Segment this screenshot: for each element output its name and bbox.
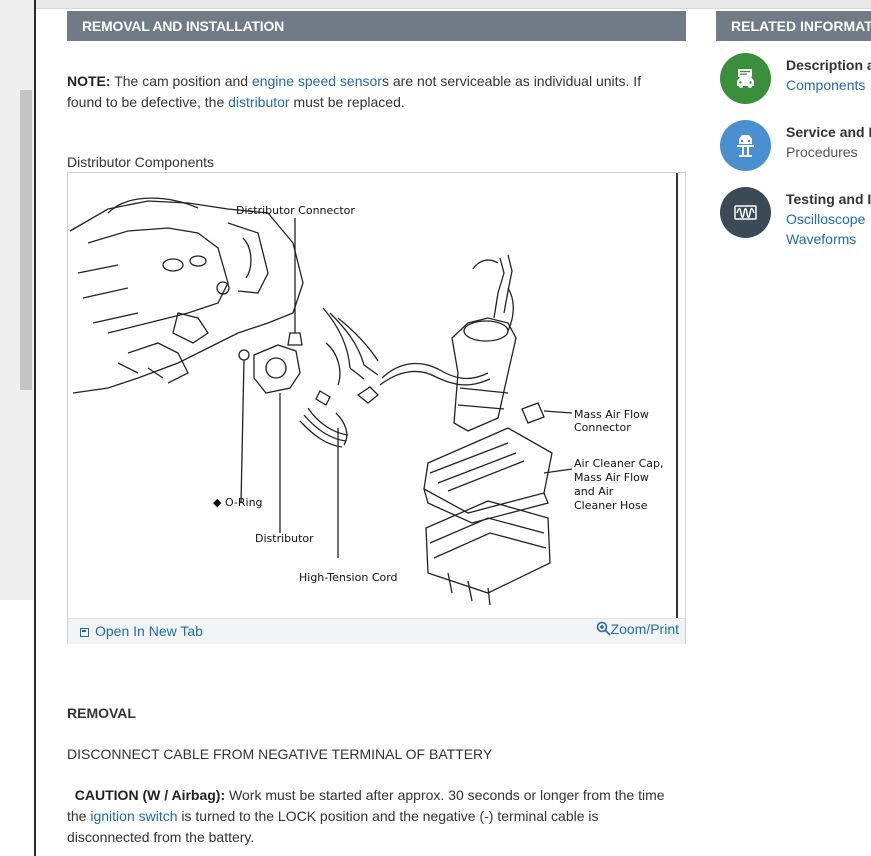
car-lift-icon <box>720 120 771 171</box>
label-air-cleaner-line4: Cleaner Hose <box>574 499 648 512</box>
related-item-description-text: Description ar Components <box>786 55 871 95</box>
note-text-3: must be replaced. <box>293 94 405 110</box>
label-air-cleaner-line1: Air Cleaner Cap, <box>574 457 664 470</box>
distributor-link[interactable]: distributor <box>228 94 289 110</box>
open-tab-icon <box>80 628 89 637</box>
label-maf-connector-line1: Mass Air Flow <box>574 408 649 421</box>
removal-heading: REMOVAL <box>67 705 136 721</box>
removal-step-1: DISCONNECT CABLE FROM NEGATIVE TERMINAL … <box>67 746 493 762</box>
related-item-description[interactable]: Description ar Components <box>720 53 871 113</box>
panel-divider <box>34 0 36 856</box>
caution-label: CAUTION (W / Airbag): <box>74 787 226 803</box>
car-info-icon <box>720 53 771 104</box>
label-air-cleaner-cap: Air Cleaner Cap, Mass Air Flow and Air C… <box>574 457 664 513</box>
related-item-title: Service and R <box>786 124 871 140</box>
caution-paragraph: CAUTION (W / Airbag): Work must be start… <box>67 785 677 848</box>
related-item-testing[interactable]: Testing and In Oscilloscope Waveforms <box>720 187 871 247</box>
related-item-service-text: Service and R Procedures <box>786 122 871 162</box>
note-text-1: The cam position and <box>114 73 249 89</box>
label-air-cleaner-line3: and Air <box>574 485 614 498</box>
ignition-switch-link[interactable]: ignition switch <box>90 808 177 824</box>
oscilloscope-link[interactable]: Oscilloscope <box>786 209 871 229</box>
figure-caption: Distributor Components <box>67 154 215 170</box>
waveform-icon <box>720 187 771 238</box>
figure-footer: Open In New Tab Zoom/Print <box>68 618 685 644</box>
label-maf-connector: Mass Air Flow Connector <box>574 408 649 434</box>
related-item-title: Description ar <box>786 57 871 73</box>
zoom-icon <box>596 621 611 636</box>
note-paragraph: NOTE: The cam position and engine speed … <box>67 71 677 113</box>
label-distributor-connector: Distributor Connector <box>236 204 355 217</box>
label-air-cleaner-line2: Mass Air Flow <box>574 471 649 484</box>
top-bar <box>0 0 871 9</box>
related-item-testing-text: Testing and In Oscilloscope Waveforms <box>786 189 871 249</box>
related-item-service[interactable]: Service and R Procedures <box>720 120 871 180</box>
related-information-header: RELATED INFORMATIO <box>716 11 871 41</box>
waveforms-link[interactable]: Waveforms <box>786 229 871 249</box>
label-maf-connector-line2: Connector <box>574 421 631 434</box>
label-o-ring: ◆ O-Ring <box>213 496 263 509</box>
open-in-new-tab-label: Open In New Tab <box>95 623 203 639</box>
label-distributor: Distributor <box>255 532 314 545</box>
left-panel <box>0 0 34 856</box>
note-label: NOTE: <box>67 73 111 89</box>
related-item-title: Testing and In <box>786 191 871 207</box>
zoom-print-button[interactable]: Zoom/Print <box>596 621 679 637</box>
open-in-new-tab-button[interactable]: Open In New Tab <box>80 623 203 639</box>
distributor-components-diagram <box>69 197 573 606</box>
procedures-label: Procedures <box>786 144 858 160</box>
label-high-tension-cord: High-Tension Cord <box>299 571 398 584</box>
figure-edge <box>676 173 678 618</box>
components-link[interactable]: Components <box>786 75 871 95</box>
figure-container: Distributor Connector ◆ O-Ring Distribut… <box>67 172 686 644</box>
scrollbar-thumb[interactable] <box>20 90 32 390</box>
section-header: REMOVAL AND INSTALLATION <box>67 11 686 41</box>
engine-speed-sensor-link[interactable]: engine speed sensor <box>252 73 382 89</box>
zoom-print-label: Zoom/Print <box>610 621 679 637</box>
